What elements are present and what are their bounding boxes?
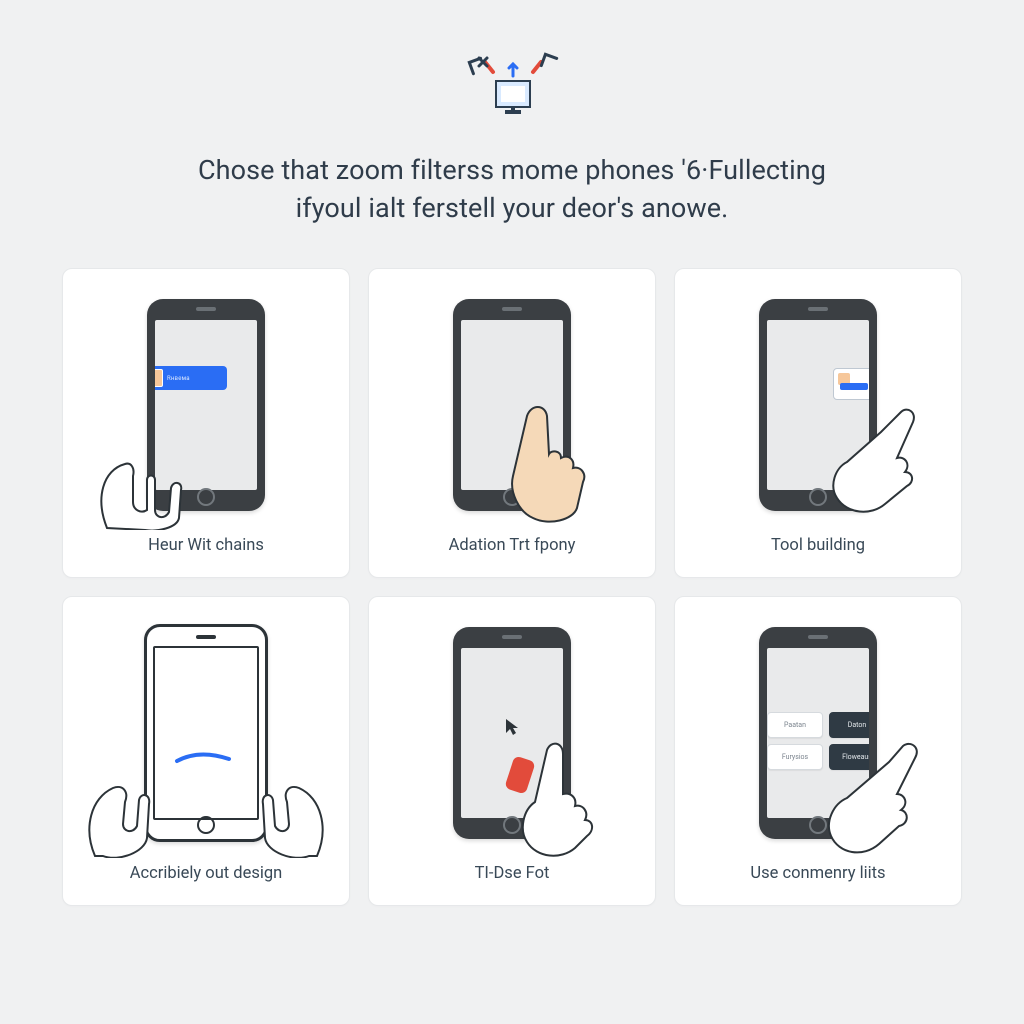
card-tool-building[interactable]: Tool building <box>674 268 962 578</box>
hand-left-icon <box>83 728 193 858</box>
card-label: Use conmenry liits <box>750 864 885 883</box>
hand-tapping-icon <box>479 380 629 530</box>
card-label: Tool building <box>771 536 865 555</box>
card-use-conmenry-liits[interactable]: Paatan Daton Furysios Floweaus Use conme… <box>674 596 962 906</box>
headline: Chose that zoom filterss mome phones '6·… <box>198 152 826 228</box>
headline-line1: Chose that zoom filterss mome phones '6·… <box>198 152 826 190</box>
hand-holding-icon <box>793 720 933 860</box>
hand-holding-icon <box>789 382 939 532</box>
hand-right-icon <box>219 728 329 858</box>
card-label: TI-Dse Fot <box>475 864 550 883</box>
hand-holding-icon <box>87 410 227 530</box>
card-label: Adation Trt fpony <box>449 536 576 555</box>
hand-pointing-icon <box>491 720 621 860</box>
feature-grid: Rнвема Heur Wit chains <box>62 268 962 906</box>
hero-monitor-icon <box>457 50 567 128</box>
contact-badge-icon: Rнвема <box>155 366 227 390</box>
card-heur-wit-chains[interactable]: Rнвема Heur Wit chains <box>62 268 350 578</box>
card-label: Accribiely out design <box>130 864 283 883</box>
card-accribiely-out-design[interactable]: Accribiely out design <box>62 596 350 906</box>
card-label: Heur Wit chains <box>148 536 264 555</box>
card-ti-dse-fot[interactable]: TI-Dse Fot <box>368 596 656 906</box>
headline-line2: ifyoul ialt ferstell your deor's anowe. <box>198 190 826 228</box>
card-adation-trt-fpony[interactable]: Adation Trt fpony <box>368 268 656 578</box>
